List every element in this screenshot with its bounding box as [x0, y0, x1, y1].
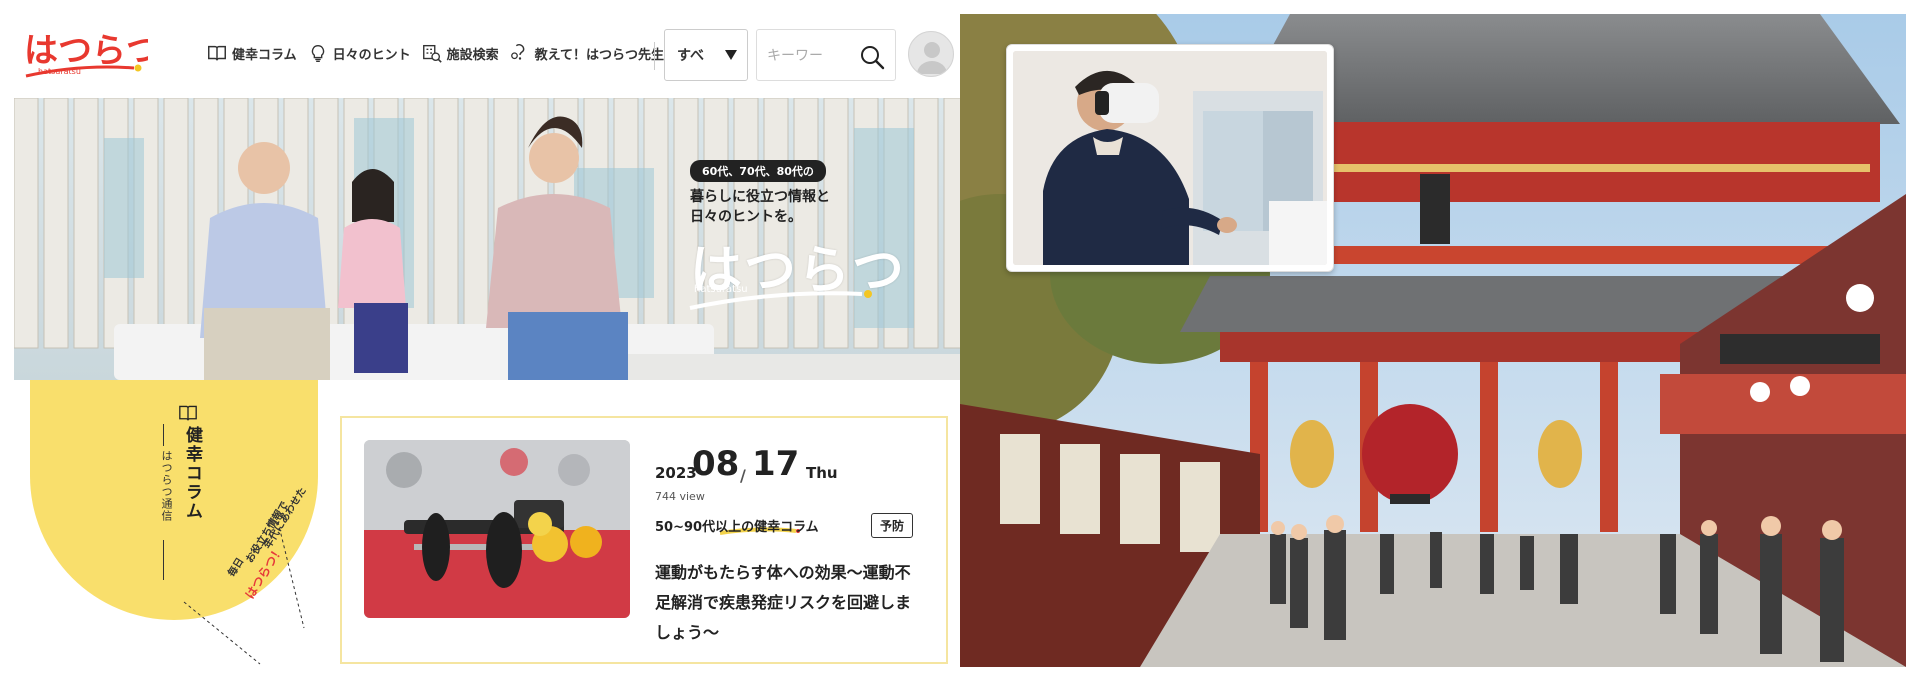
question-icon	[510, 44, 525, 60]
article-thumbnail	[364, 440, 630, 618]
main-nav: 健幸コラム 日々のヒント 施設検索 教えて！はつらつ先生	[206, 42, 664, 64]
hero-line-2: 日々のヒントを。	[690, 209, 802, 225]
column-badge-sub: はつらつ通信	[160, 450, 173, 522]
hero-tag: 60代、70代、80代の	[690, 160, 826, 182]
nav-label: 健幸コラム	[232, 47, 297, 63]
date-separator: /	[740, 466, 746, 485]
book-icon	[179, 405, 197, 421]
article-weekday: Thu	[806, 464, 838, 482]
svg-text:hatsuratsu: hatsuratsu	[38, 67, 81, 76]
article-year: 2023	[655, 464, 697, 482]
article-tag[interactable]: 予防	[871, 513, 914, 538]
tagline-dashed-line	[183, 601, 261, 665]
category-select-value: すべ	[677, 48, 705, 64]
article-month: 08	[692, 444, 740, 484]
article-day: 17	[752, 444, 800, 484]
hatsuratsu-logo[interactable]: はつらつ hatsuratsu	[20, 20, 148, 84]
article-views: 744 view	[655, 490, 705, 503]
vr-headset-man-photo	[1013, 51, 1327, 265]
svg-text:はつらつ: はつらつ	[24, 31, 148, 71]
column-section: 健幸コラム はつらつ通信 年代にあわせた お役立ち情報で 毎日 はつらつ！ 20…	[14, 380, 960, 667]
nav-item-daily-hint[interactable]: 日々のヒント	[307, 42, 411, 64]
keyword-search-box	[756, 29, 896, 81]
hero-banner[interactable]: 60代、70代、80代の 暮らしに役立つ情報と 日々のヒントを。 はつらつ ha…	[14, 98, 960, 380]
article-category[interactable]: 50~90代以上の健幸コラム	[655, 516, 819, 535]
site-header: はつらつ hatsuratsu 健幸コラム 日々のヒント 施設検索 教えて！はつ…	[14, 14, 960, 98]
vr-inset-photo	[1006, 44, 1334, 272]
nav-divider	[654, 42, 655, 70]
divider-line	[163, 540, 164, 580]
book-icon	[208, 45, 226, 61]
article-card[interactable]: 2023 08 / 17 Thu 744 view 50~90代以上の健幸コラム…	[340, 416, 948, 664]
sensoji-photo	[960, 14, 1906, 667]
caret-down-icon	[725, 50, 737, 60]
article-title[interactable]: 運動がもたらす体への効果〜運動不足解消で疾患発症リスクを回避しましょう〜	[655, 558, 925, 648]
user-avatar-icon[interactable]	[908, 31, 954, 77]
nav-item-kenko-column[interactable]: 健幸コラム	[206, 42, 297, 64]
website-panel: はつらつ hatsuratsu 健幸コラム 日々のヒント 施設検索 教えて！はつ…	[14, 14, 960, 667]
keyword-search-input[interactable]	[767, 44, 857, 68]
hero-logo-sub: hatsuratsu	[694, 284, 748, 295]
screenshot-frame: はつらつ hatsuratsu 健幸コラム 日々のヒント 施設検索 教えて！はつ…	[0, 0, 1920, 681]
category-select[interactable]: すべ	[664, 29, 748, 81]
hero-line-1: 暮らしに役立つ情報と	[690, 189, 830, 205]
facility-search-icon	[422, 44, 442, 63]
tagline-dashed-line	[277, 521, 305, 629]
nav-label: 施設検索	[446, 47, 499, 63]
lightbulb-icon	[311, 44, 324, 62]
nav-item-ask-teacher[interactable]: 教えて！はつらつ先生	[509, 42, 664, 64]
divider-line	[163, 424, 164, 446]
nav-item-facility-search[interactable]: 施設検索	[421, 42, 499, 64]
column-badge-title: 健幸コラム	[182, 426, 202, 521]
search-icon[interactable]	[859, 44, 885, 70]
nav-label: 教えて！はつらつ先生	[534, 47, 665, 63]
nav-label: 日々のヒント	[332, 47, 411, 63]
